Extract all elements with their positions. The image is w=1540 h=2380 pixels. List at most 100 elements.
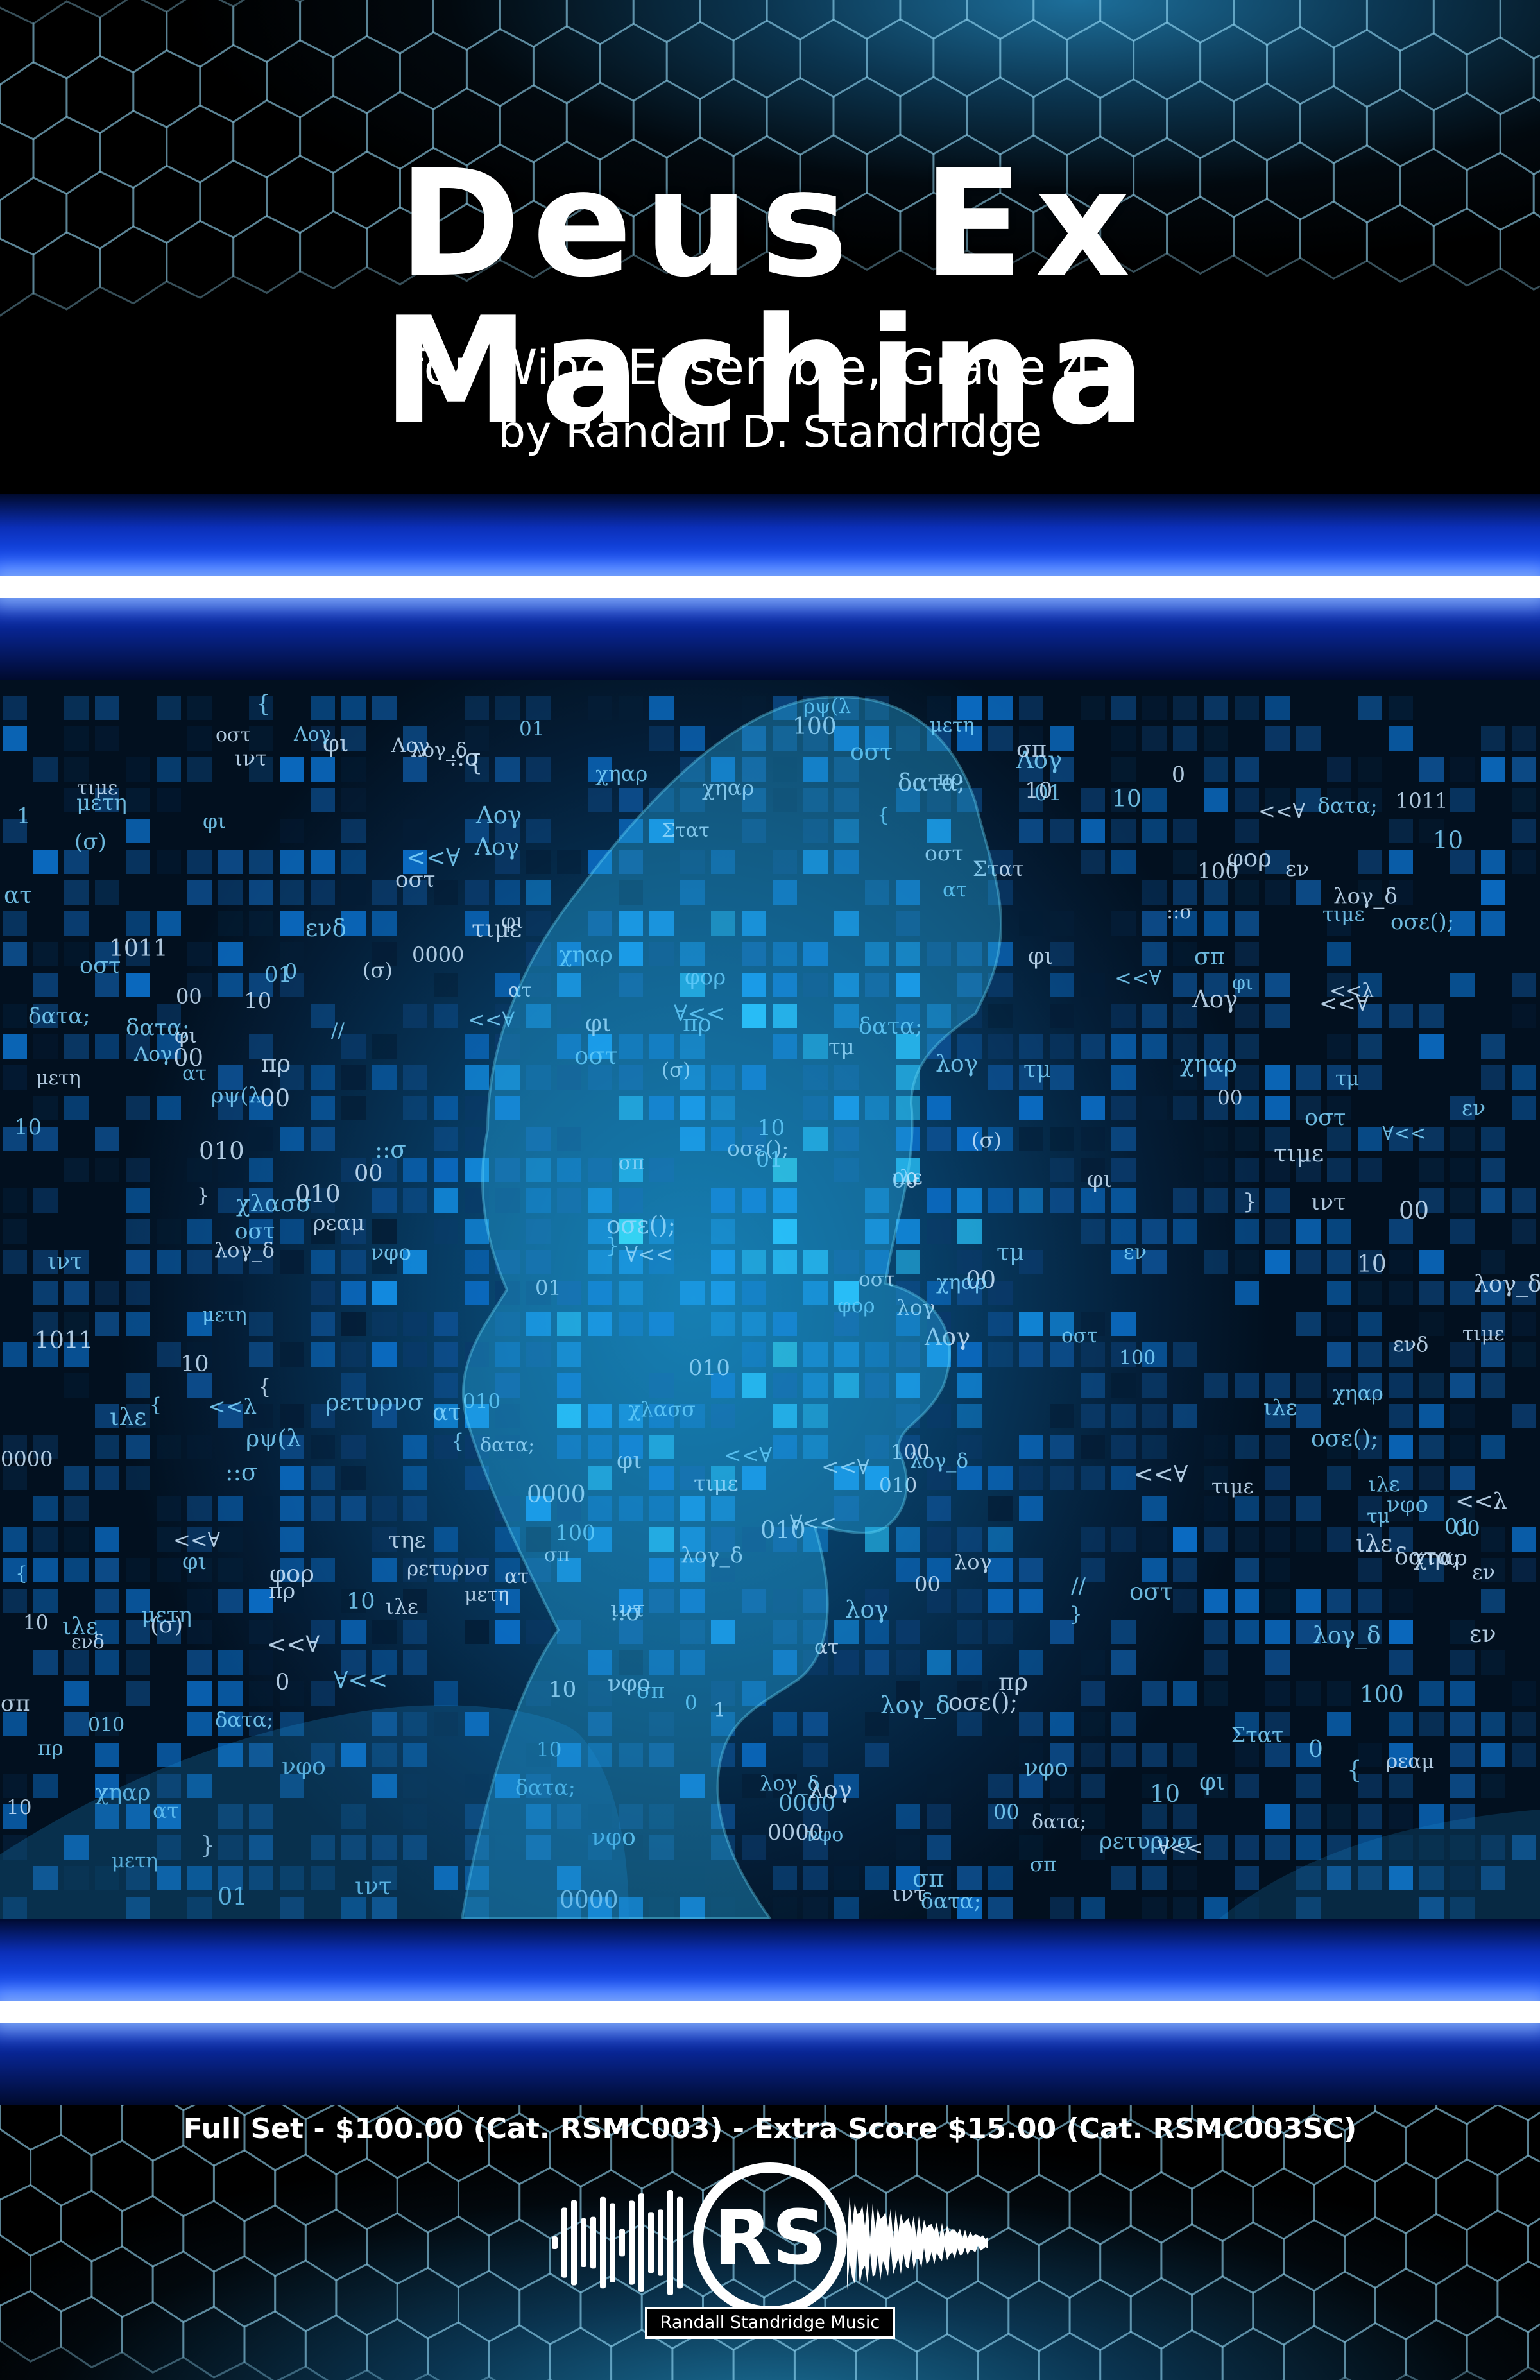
- code-tile: [1111, 1620, 1136, 1644]
- code-tile: [218, 1681, 243, 1706]
- code-tile: [988, 1034, 1013, 1059]
- code-tile: [1142, 880, 1167, 905]
- code-glyph: 10: [6, 1796, 31, 1819]
- code-tile: [1512, 1065, 1536, 1090]
- code-tile: [1235, 1435, 1259, 1459]
- code-glyph: 1: [17, 803, 31, 829]
- code-tile: [126, 819, 150, 843]
- code-tile: [1389, 850, 1413, 874]
- code-tile: [403, 1312, 427, 1336]
- code-tile: [1419, 1034, 1444, 1059]
- code-tile: [1019, 1312, 1043, 1336]
- code-glyph: λογ_δ: [1313, 1623, 1381, 1649]
- code-glyph: 00: [1454, 1516, 1480, 1541]
- code-tile: [988, 1774, 1013, 1798]
- code-tile: [403, 1496, 427, 1521]
- code-tile: [280, 1219, 304, 1244]
- code-tile: [434, 1312, 458, 1336]
- code-tile: [1173, 1804, 1197, 1829]
- code-tile: [95, 1281, 119, 1305]
- code-tile: [1142, 1527, 1167, 1552]
- code-tile: [64, 1034, 89, 1059]
- code-tile: [95, 1466, 119, 1490]
- code-tile: [157, 1250, 181, 1274]
- code-tile: [1481, 1435, 1505, 1459]
- code-tile: [1512, 1219, 1536, 1244]
- code-tile: [1450, 1712, 1475, 1736]
- code-tile: [218, 911, 243, 936]
- code-tile: [1327, 1804, 1351, 1829]
- code-tile: [311, 1435, 335, 1459]
- code-tile: [1111, 1034, 1136, 1059]
- code-tile: [1081, 1127, 1105, 1151]
- code-tile: [1450, 1342, 1475, 1367]
- code-tile: [1296, 1404, 1321, 1428]
- code-tile: [1111, 1712, 1136, 1736]
- code-glyph: ρετυρνσ: [325, 1389, 424, 1416]
- code-tile: [988, 1866, 1013, 1890]
- code-tile: [988, 1527, 1013, 1552]
- code-tile: [1173, 696, 1197, 720]
- code-tile: [988, 1004, 1013, 1028]
- code-tile: [1142, 1681, 1167, 1706]
- code-tile: [126, 1158, 150, 1182]
- code-tile: [249, 1681, 273, 1706]
- code-tile: [403, 1466, 427, 1490]
- code-tile: [434, 1219, 458, 1244]
- code-tile: [1450, 788, 1475, 812]
- code-tile: [1265, 1527, 1290, 1552]
- code-tile: [1050, 1712, 1074, 1736]
- code-glyph: τηε: [388, 1528, 425, 1554]
- code-glyph: ρψ(λ: [211, 1083, 262, 1108]
- code-tile: [311, 1496, 335, 1521]
- code-glyph: μετη: [202, 1304, 247, 1326]
- code-tile: [1327, 1250, 1351, 1274]
- code-tile: [465, 1281, 489, 1305]
- code-tile: [1389, 1404, 1413, 1428]
- code-tile: [1111, 1650, 1136, 1675]
- code-tile: [1512, 850, 1536, 874]
- code-tile: [1327, 1466, 1351, 1490]
- code-tile: [1265, 1219, 1290, 1244]
- code-tile: [803, 1866, 828, 1890]
- code-tile: [1081, 1712, 1105, 1736]
- code-tile: [64, 1650, 89, 1675]
- publisher-name: Randall Standridge Music: [645, 2307, 895, 2339]
- code-glyph: σπ: [1, 1691, 30, 1717]
- code-tile: [1142, 726, 1167, 751]
- code-glyph: νφο: [1387, 1492, 1428, 1518]
- code-tile: [1235, 1589, 1259, 1613]
- code-glyph: ::σ: [1167, 901, 1193, 923]
- code-tile: [1512, 1188, 1536, 1213]
- code-tile: [372, 1065, 397, 1090]
- code-tile: [1111, 1312, 1136, 1336]
- code-tile: [1296, 1312, 1321, 1336]
- code-tile: [1142, 788, 1167, 812]
- code-tile: [988, 696, 1013, 720]
- code-tile: [1142, 1496, 1167, 1521]
- code-tile: [403, 1620, 427, 1644]
- code-glyph: φι: [1199, 1768, 1225, 1795]
- code-tile: [1265, 1835, 1290, 1860]
- code-glyph: Λογ: [293, 723, 331, 746]
- code-glyph: 0: [275, 1670, 289, 1695]
- code-glyph: τιμε: [1211, 1475, 1254, 1498]
- code-glyph: ιντ: [47, 1249, 82, 1274]
- code-glyph: 00: [260, 1084, 290, 1112]
- code-tile: [1358, 850, 1382, 874]
- code-tile: [927, 1835, 951, 1860]
- code-glyph: νφο: [1024, 1755, 1068, 1781]
- code-tile: [1235, 1004, 1259, 1028]
- code-tile: [1296, 1065, 1321, 1090]
- code-glyph: σπ: [912, 1865, 945, 1892]
- code-glyph: 00: [993, 1800, 1020, 1824]
- code-tile: [465, 1250, 489, 1274]
- code-tile: [649, 726, 674, 751]
- code-tile: [1389, 819, 1413, 843]
- code-tile: [1142, 1373, 1167, 1398]
- code-tile: [341, 1466, 366, 1490]
- code-tile: [1389, 1373, 1413, 1398]
- code-tile: [95, 1312, 119, 1336]
- code-glyph: λογ_δ: [1333, 884, 1398, 909]
- code-tile: [187, 942, 212, 966]
